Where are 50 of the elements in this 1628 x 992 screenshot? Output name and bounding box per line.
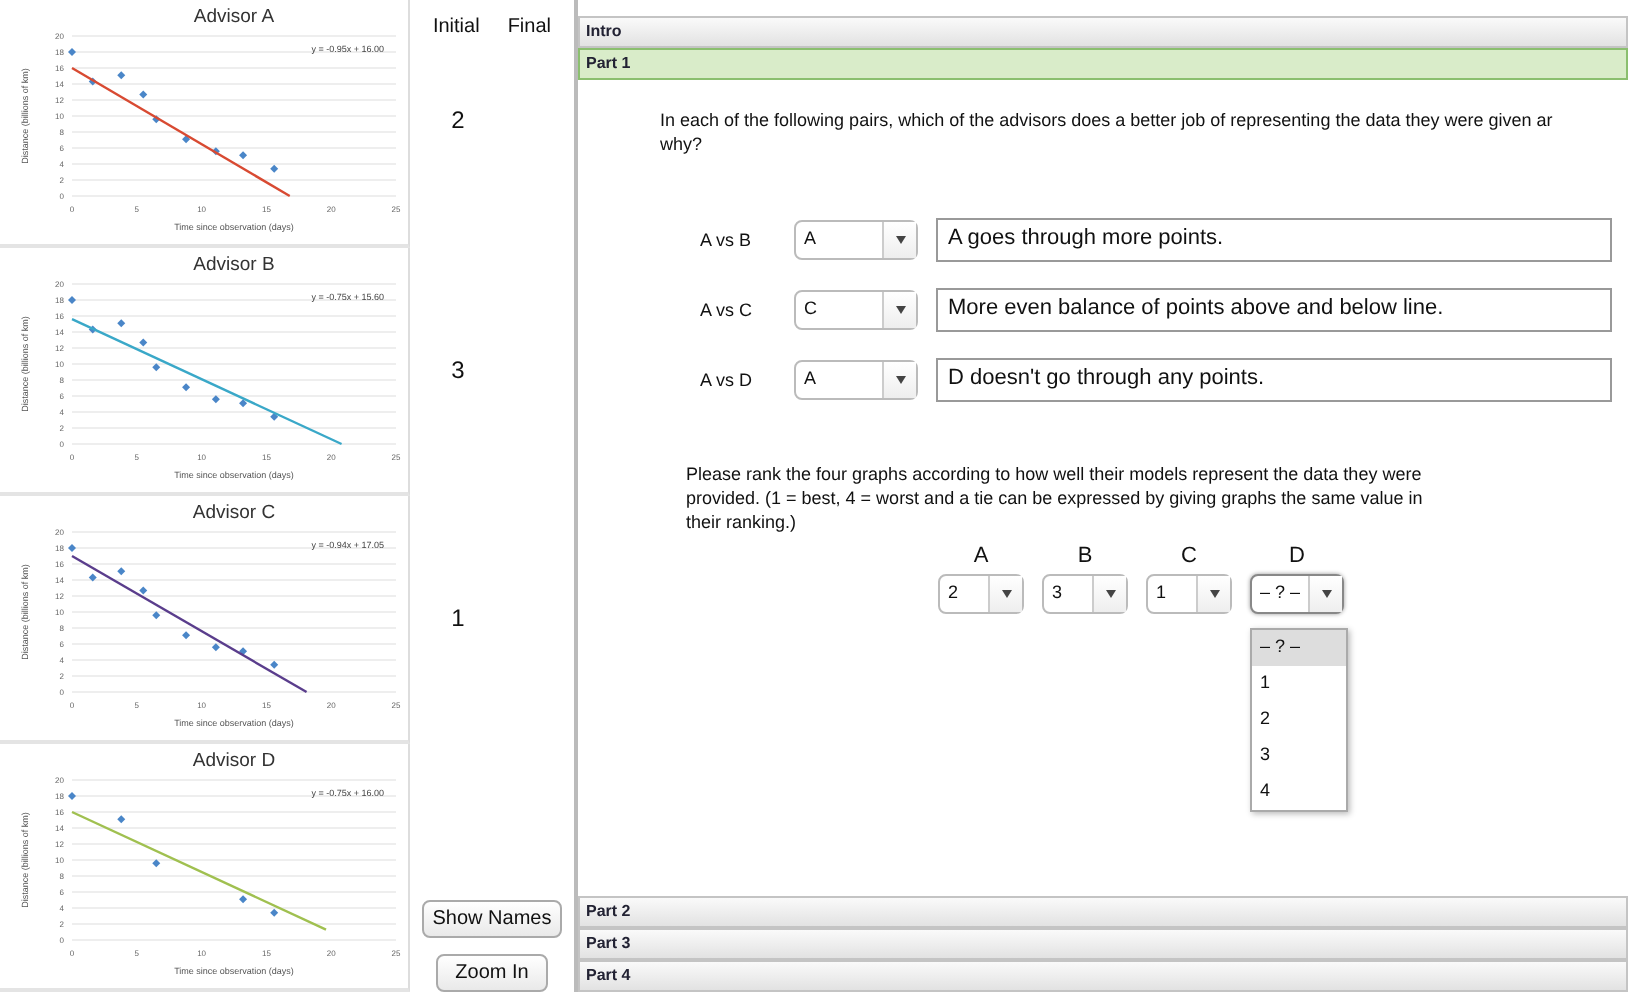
chart-title: Advisor C [192,502,276,524]
question-text: why? [660,132,705,156]
dropdown-option[interactable]: 1 [1252,666,1346,702]
instruction-text: Please rank the four graphs according to how well their models represent the data they were [686,462,1424,486]
rank-dropdown[interactable]: 3 [1042,574,1128,614]
caret-icon [1321,590,1332,598]
graph-letter: B [1077,544,1093,568]
section-header[interactable]: Part 4 [578,960,1628,992]
rank-number: 2 [451,106,465,134]
chart-title: Advisor B [193,254,275,276]
chart-title: Advisor D [192,750,276,772]
reason-field[interactable]: D doesn't go through any points. [936,358,1612,402]
caret-icon [895,306,905,314]
reason-field[interactable]: A goes through more points. [936,218,1612,262]
pair-label: A vs D [700,370,755,390]
dropdown-option[interactable]: 3 [1252,738,1346,774]
choice-dropdown[interactable]: A [794,220,918,260]
caret-icon [895,376,905,384]
reason-field[interactable]: More even balance of points above and below line. [936,288,1612,332]
dropdown-option[interactable]: – ? – [1252,630,1346,666]
section-header[interactable]: Part 3 [578,928,1628,960]
rank-dropdown[interactable]: 2 [938,574,1024,614]
section-header[interactable]: Part 1 [578,48,1628,80]
graph-letter: A [973,544,989,568]
graph-letter: C [1181,544,1197,568]
action-button[interactable]: Zoom In [436,954,548,992]
section-header[interactable]: Intro [578,16,1628,48]
rank-dropdown[interactable]: 1 [1146,574,1232,614]
chart-title: Advisor A [193,6,275,28]
column-header: Initial [432,16,480,38]
column-header: Final [507,16,552,38]
caret-icon [895,236,905,244]
action-button[interactable]: Show Names [422,900,562,938]
dropdown-option[interactable]: 4 [1252,774,1346,810]
caret-icon [1209,590,1219,598]
instruction-text: provided. (1 = best, 4 = worst and a tie can be expressed by giving graphs the same value in [686,486,1425,510]
rank-number: 3 [451,356,465,384]
instruction-text: their ranking.) [686,510,799,534]
pair-label: A vs B [700,230,754,250]
question-text: In each of the following pairs, which of the advisors does a better job of representing the data they were given ar [660,108,1555,132]
choice-dropdown[interactable]: C [794,290,918,330]
caret-icon [1105,590,1115,598]
rank-dropdown[interactable]: – ? – [1250,574,1344,614]
dropdown-option[interactable]: 2 [1252,702,1346,738]
choice-dropdown[interactable]: A [794,360,918,400]
graph-letter: D [1289,544,1305,568]
rank-number: 1 [451,604,465,632]
caret-icon [1001,590,1011,598]
section-header[interactable]: Part 2 [578,896,1628,928]
pair-label: A vs C [700,300,755,320]
